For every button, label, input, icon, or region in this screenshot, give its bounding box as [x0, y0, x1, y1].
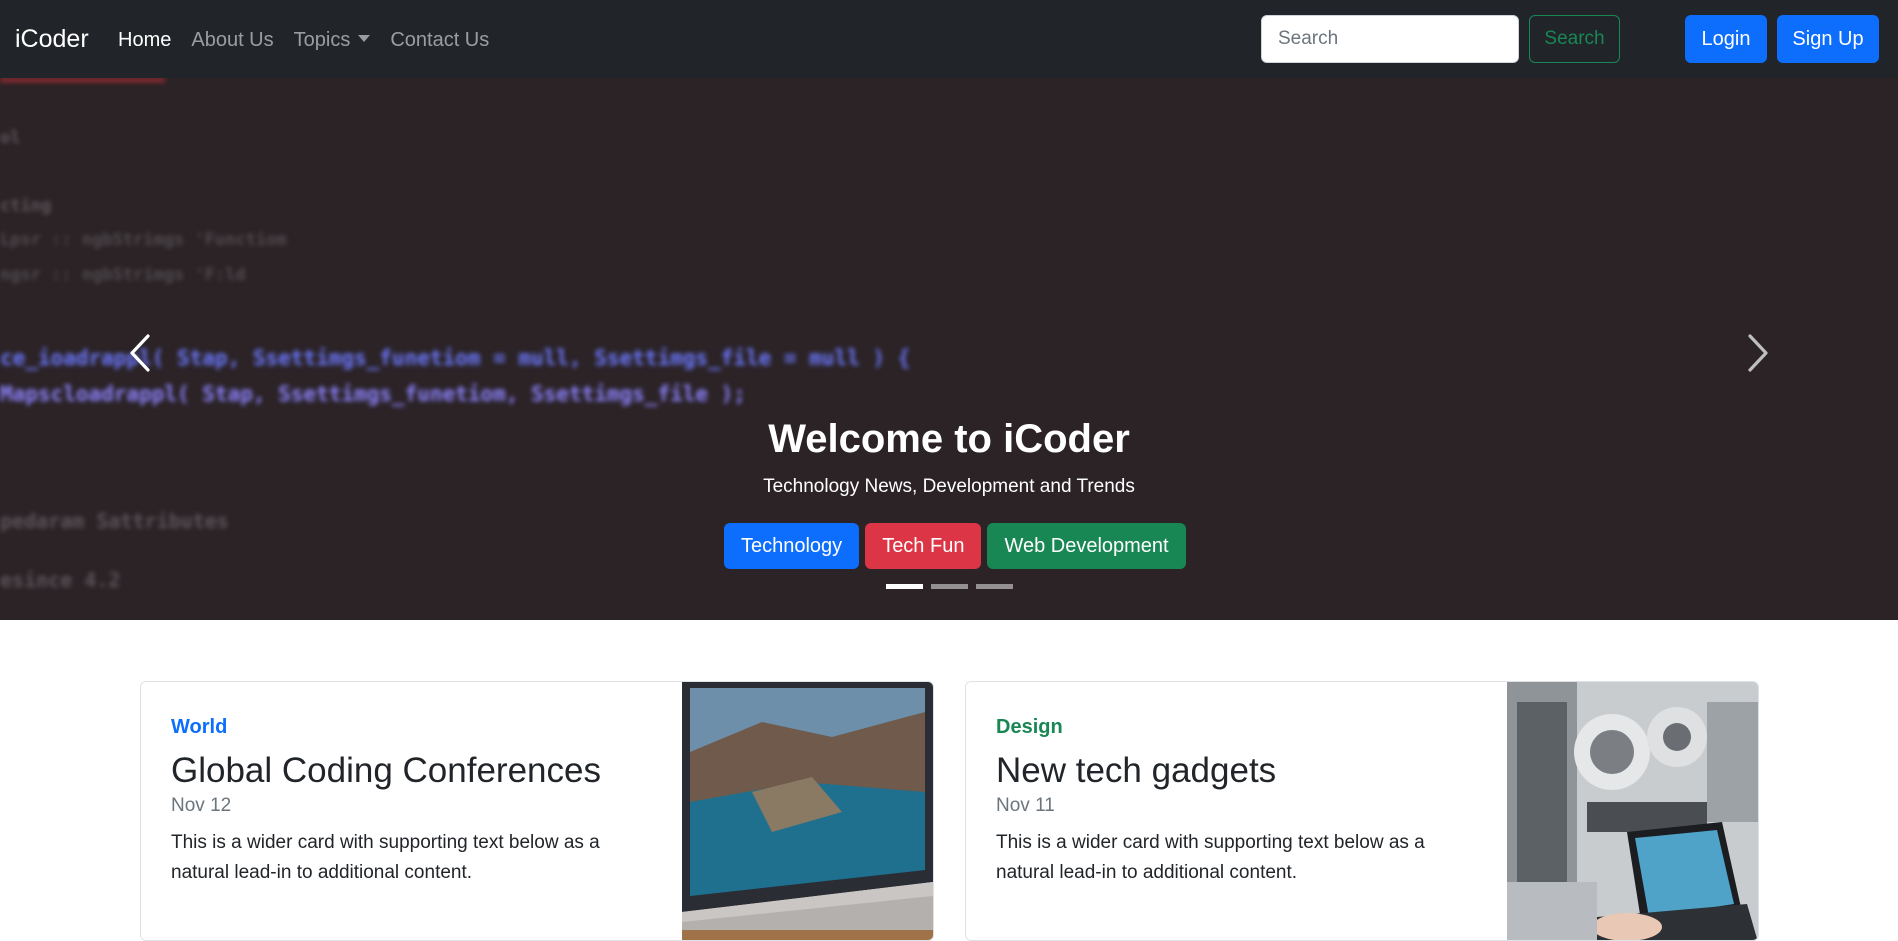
- carousel-caption: Welcome to iCoder Technology News, Devel…: [0, 415, 1898, 499]
- hero-code-line: ol: [0, 128, 21, 148]
- card-date: Nov 12: [171, 795, 232, 816]
- card-image-gadgets: [1507, 682, 1758, 940]
- nav-link-contact[interactable]: Contact Us: [390, 27, 489, 53]
- hero-code-line: esince 4.2: [0, 568, 121, 592]
- carousel-indicator-2[interactable]: [931, 584, 968, 589]
- login-button[interactable]: Login: [1685, 15, 1767, 63]
- carousel-indicator-3[interactable]: [976, 584, 1013, 589]
- card-text: This is a wider card with supporting tex…: [171, 832, 600, 883]
- hero-code-line: cting: [0, 196, 52, 216]
- brand-logo[interactable]: iCoder: [15, 24, 89, 54]
- caret-down-icon: [358, 35, 371, 42]
- nav-link-home[interactable]: Home: [118, 27, 171, 53]
- nav-link-topics-label: Topics: [293, 29, 351, 51]
- card-date: Nov 11: [996, 795, 1055, 816]
- hero-subtitle: Technology News, Development and Trends: [763, 476, 1135, 497]
- card-image-laptop: [682, 682, 933, 940]
- hero-carousel: ol cting Lpsr :: ngbStrimgs 'Functiom ng…: [0, 78, 1898, 620]
- card-text: This is a wider card with supporting tex…: [996, 832, 1425, 883]
- hero-code-line: Lpsr :: ngbStrimgs 'Functiom: [0, 230, 287, 250]
- article-card[interactable]: World Global Coding Conferences Nov 12 T…: [140, 681, 934, 941]
- carousel-indicators: [886, 584, 1013, 589]
- nav-links: Home About Us Topics Contact Us: [118, 27, 509, 53]
- hero-code-line: pedaram Sattributes: [0, 509, 229, 533]
- signup-button[interactable]: Sign Up: [1777, 15, 1879, 63]
- web-development-button[interactable]: Web Development: [987, 523, 1186, 569]
- chevron-right-icon: [1748, 334, 1768, 372]
- search-button[interactable]: Search: [1529, 15, 1620, 63]
- carousel-prev-button[interactable]: [112, 328, 172, 378]
- chevron-left-icon: [130, 334, 150, 372]
- card-category[interactable]: World: [171, 714, 651, 740]
- card-body: Design New tech gadgets Nov 11 This is a…: [996, 714, 1476, 888]
- card-title: Global Coding Conferences: [171, 751, 601, 790]
- technology-button[interactable]: Technology: [724, 523, 860, 569]
- nav-link-about[interactable]: About Us: [191, 27, 273, 53]
- hero-buttons: Technology Tech Fun Web Development: [724, 523, 1186, 569]
- hero-bg-accent: [0, 78, 165, 82]
- hero-title: Welcome to iCoder: [768, 417, 1130, 461]
- hero-code-line: Mapscloadrappl( Stap, Ssettimgs_funetiom…: [0, 382, 746, 406]
- nav-link-topics-dropdown[interactable]: Topics: [294, 27, 371, 53]
- card-category[interactable]: Design: [996, 714, 1476, 740]
- navbar: iCoder Home About Us Topics Contact Us S…: [0, 0, 1898, 78]
- card-body: World Global Coding Conferences Nov 12 T…: [171, 714, 651, 888]
- tech-fun-button[interactable]: Tech Fun: [865, 523, 982, 569]
- search-input[interactable]: [1261, 15, 1519, 63]
- card-title: New tech gadgets: [996, 751, 1277, 790]
- carousel-next-button[interactable]: [1726, 328, 1786, 378]
- article-card[interactable]: Design New tech gadgets Nov 11 This is a…: [965, 681, 1759, 941]
- hero-code-line: ngsr :: ngbStrimgs 'F:ld: [0, 265, 246, 285]
- carousel-indicator-1[interactable]: [886, 584, 923, 589]
